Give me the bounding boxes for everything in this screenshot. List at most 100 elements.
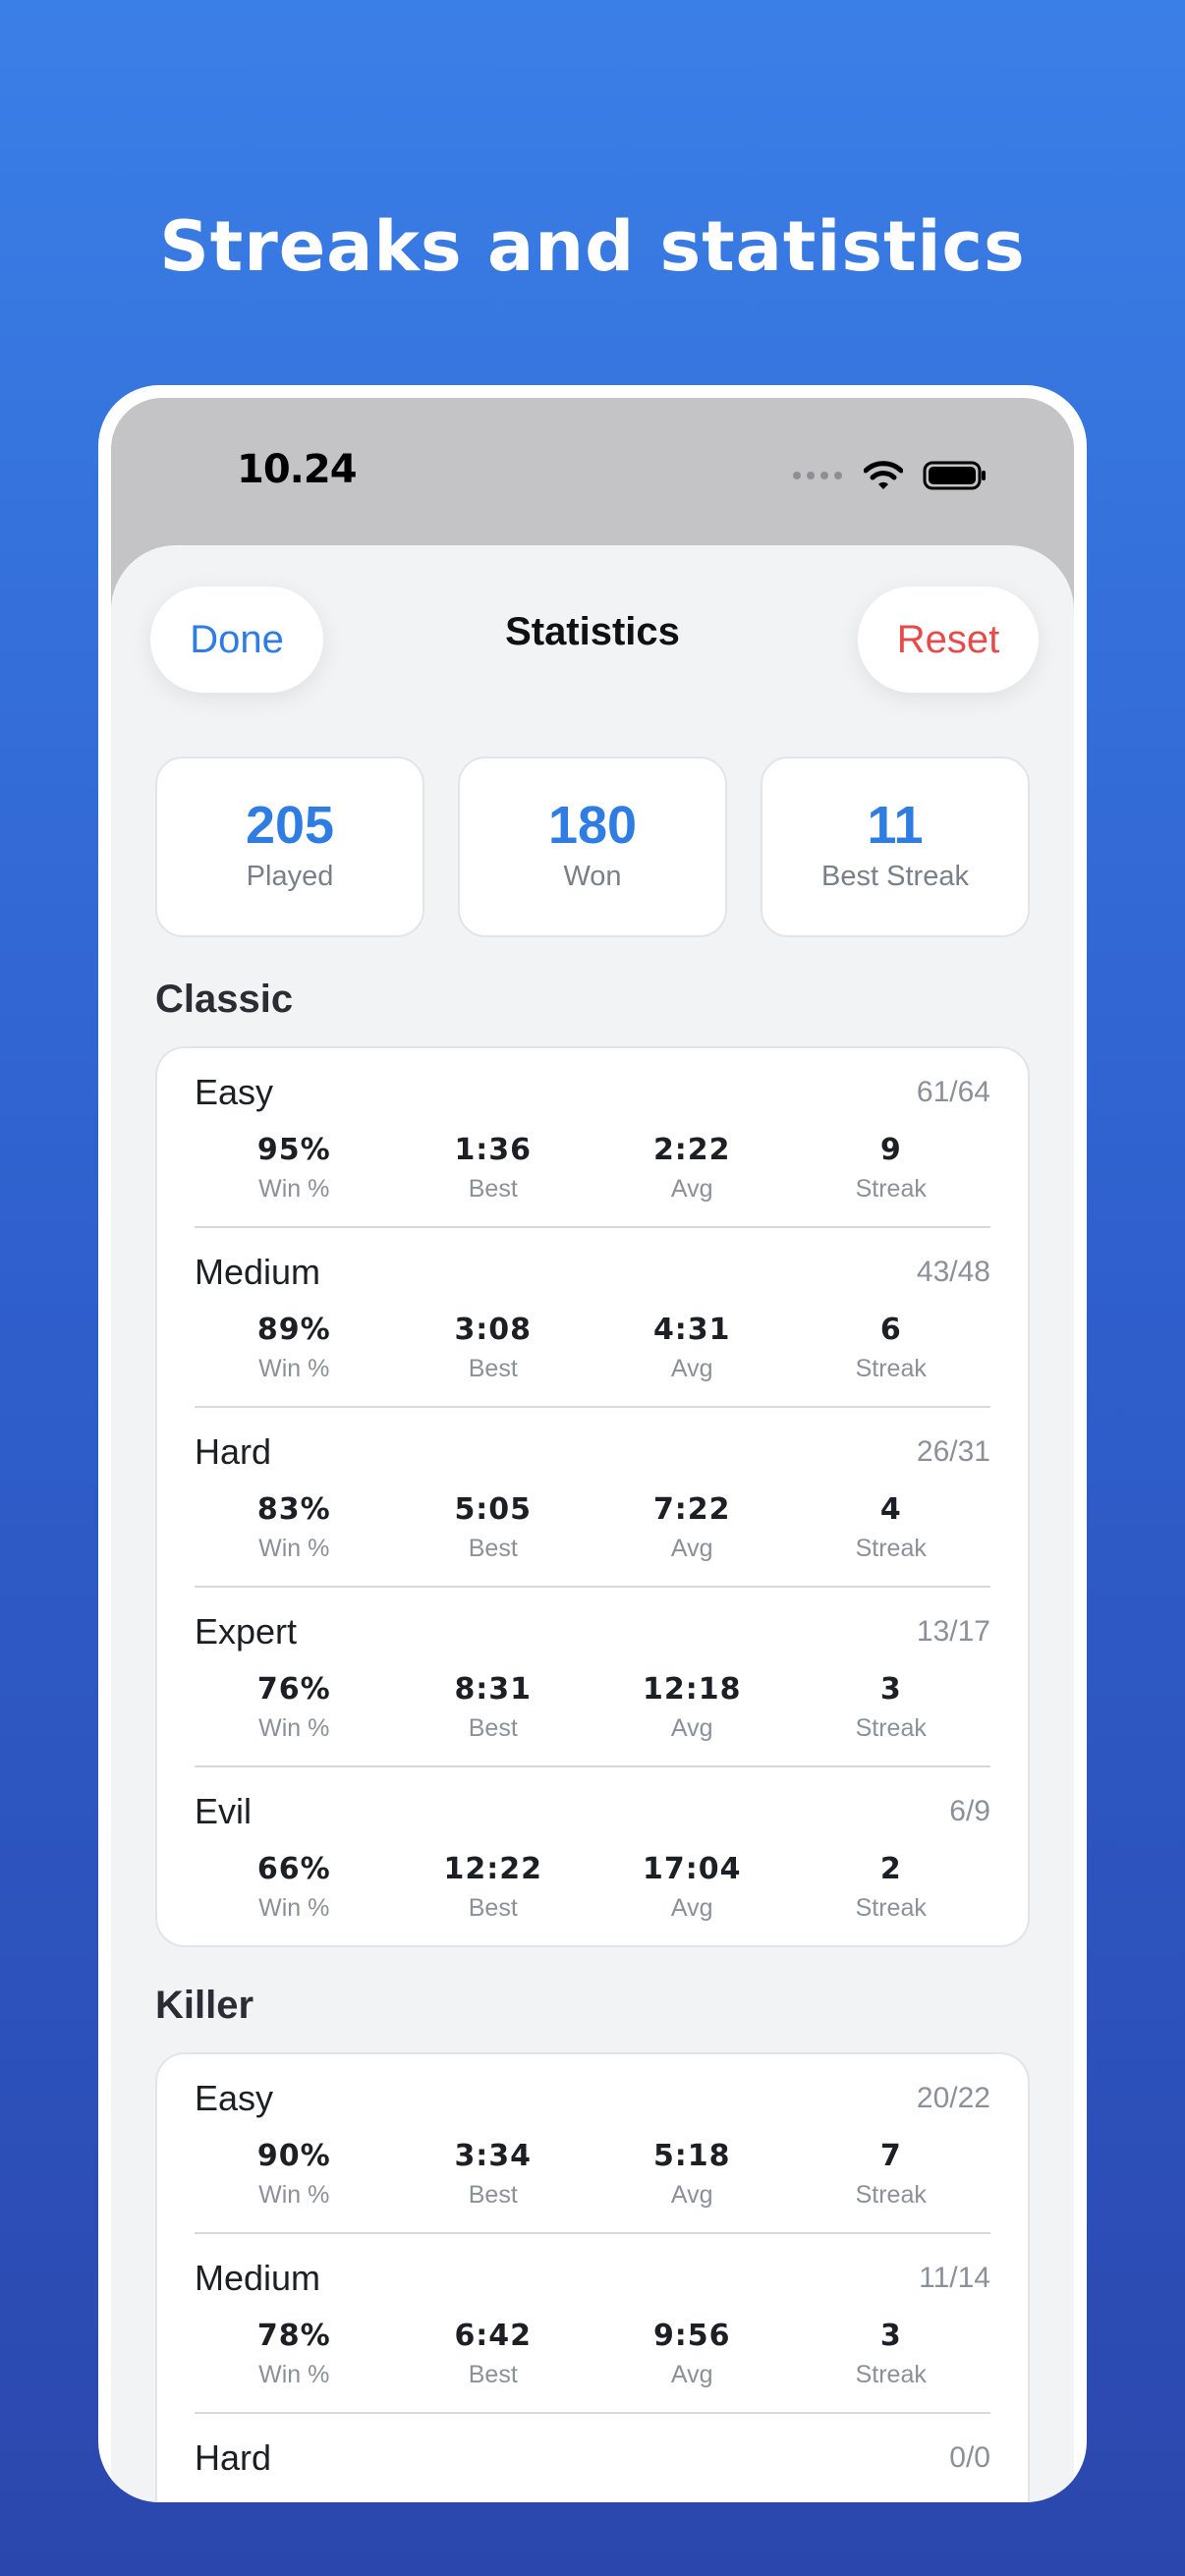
- win-percent-label: Win %: [258, 1714, 330, 1742]
- best-time-label: Best: [468, 1175, 518, 1203]
- win-percent-label: Win %: [258, 2181, 330, 2209]
- streak-value: 7: [879, 2139, 902, 2173]
- streak-label: Streak: [855, 1355, 927, 1382]
- streak-label: Streak: [855, 2181, 927, 2209]
- streak-value: 4: [879, 1492, 902, 1527]
- win-percent-label: Win %: [258, 2361, 330, 2388]
- streak-value: 3: [879, 1672, 902, 1707]
- avg-time-label: Avg: [670, 1535, 713, 1562]
- battery-icon: [923, 461, 986, 490]
- phone-screen: 10.24 Done Statistics Reset 205 Played 1…: [111, 398, 1074, 2502]
- status-time: 10.24: [237, 447, 358, 492]
- won-played-ratio: 20/22: [916, 2082, 990, 2114]
- best-time-value: 5:05: [454, 1492, 533, 1527]
- won-played-ratio: 26/31: [916, 1435, 990, 1468]
- win-percent-value: 89%: [256, 1313, 331, 1347]
- difficulty-label: Medium: [195, 1252, 321, 1292]
- won-played-ratio: 61/64: [916, 1076, 990, 1108]
- win-percent-label: Win %: [258, 1894, 330, 1922]
- stats-row: Medium 43/48 89% Win % 3:08 Best 4:31 Avg 6…: [195, 1228, 990, 1408]
- summary-label: Won: [563, 861, 622, 892]
- section-title-killer: Killer: [155, 1984, 254, 2027]
- avg-time-value: 9:56: [652, 2319, 731, 2353]
- killer-stats-group: Easy 20/22 90% Win % 3:34 Best 5:18 Avg 7 St…: [155, 2052, 1030, 2502]
- statistics-sheet: Done Statistics Reset 205 Played 180 Won…: [111, 545, 1074, 2502]
- won-played-ratio: 11/14: [919, 2262, 990, 2294]
- difficulty-label: Easy: [195, 2078, 274, 2118]
- difficulty-label: Medium: [195, 2258, 321, 2298]
- phone-frame: 10.24 Done Statistics Reset 205 Played 1…: [98, 385, 1087, 2502]
- streak-label: Streak: [855, 2361, 927, 2388]
- stats-row: Evil 6/9 66% Win % 12:22 Best 17:04 Avg 2 St…: [195, 1767, 990, 1945]
- win-percent-label: Win %: [258, 1535, 330, 1562]
- streak-value: 9: [879, 1133, 902, 1167]
- stats-row: Easy 61/64 95% Win % 1:36 Best 2:22 Avg 9 St…: [195, 1048, 990, 1228]
- avg-time-value: 7:22: [652, 1492, 731, 1527]
- difficulty-label: Expert: [195, 1611, 298, 1652]
- avg-time-value: 5:18: [652, 2139, 731, 2173]
- difficulty-label: Hard: [195, 2437, 272, 2478]
- summary-card-best-streak: 11 Best Streak: [761, 756, 1030, 937]
- avg-time-label: Avg: [670, 2181, 713, 2209]
- difficulty-label: Easy: [195, 1072, 274, 1112]
- best-time-label: Best: [468, 2181, 518, 2209]
- avg-time-value: 12:18: [643, 1672, 742, 1707]
- best-time-value: 6:42: [454, 2319, 533, 2353]
- win-percent-label: Win %: [258, 1355, 330, 1382]
- won-played-ratio: 0/0: [949, 2441, 990, 2474]
- streak-value: 2: [879, 1852, 902, 1886]
- streak-label: Streak: [855, 1175, 927, 1203]
- summary-label: Best Streak: [821, 861, 969, 892]
- summary-value: 180: [547, 796, 638, 855]
- won-played-ratio: 6/9: [949, 1795, 990, 1827]
- best-time-value: 1:36: [454, 1133, 533, 1167]
- section-title-classic: Classic: [155, 978, 294, 1021]
- stats-row: Medium 11/14 78% Win % 6:42 Best 9:56 Avg 3…: [195, 2234, 990, 2414]
- best-time-value: 12:22: [443, 1852, 542, 1886]
- win-percent-value: 95%: [256, 1133, 331, 1167]
- stats-row: Easy 20/22 90% Win % 3:34 Best 5:18 Avg 7 St…: [195, 2054, 990, 2234]
- best-time-value: 3:08: [454, 1313, 533, 1347]
- best-time-value: 3:34: [454, 2139, 533, 2173]
- headline: Streaks and statistics: [159, 206, 1026, 287]
- stats-row: Expert 13/17 76% Win % 8:31 Best 12:18 Avg …: [195, 1588, 990, 1767]
- win-percent-value: 78%: [256, 2319, 331, 2353]
- difficulty-label: Evil: [195, 1791, 253, 1831]
- summary-value: 205: [245, 796, 335, 855]
- best-time-value: 8:31: [454, 1672, 533, 1707]
- streak-label: Streak: [855, 1714, 927, 1742]
- win-percent-label: Win %: [258, 1175, 330, 1203]
- win-percent-value: 83%: [256, 1492, 331, 1527]
- best-time-label: Best: [468, 1535, 518, 1562]
- avg-time-label: Avg: [670, 1175, 713, 1203]
- avg-time-label: Avg: [670, 1894, 713, 1922]
- avg-time-label: Avg: [670, 1714, 713, 1742]
- streak-label: Streak: [855, 1535, 927, 1562]
- summary-label: Played: [246, 861, 334, 892]
- summary-cards: 205 Played 180 Won 11 Best Streak: [155, 756, 1030, 937]
- summary-card-played: 205 Played: [155, 756, 424, 937]
- status-icons: [793, 459, 988, 492]
- avg-time-value: 17:04: [643, 1852, 742, 1886]
- summary-card-won: 180 Won: [458, 756, 727, 937]
- classic-stats-group: Easy 61/64 95% Win % 1:36 Best 2:22 Avg 9 St…: [155, 1046, 1030, 1947]
- reset-button[interactable]: Reset: [858, 587, 1039, 693]
- best-time-label: Best: [468, 2361, 518, 2388]
- best-time-label: Best: [468, 1355, 518, 1382]
- signal-dots-icon: [793, 472, 842, 479]
- best-time-label: Best: [468, 1714, 518, 1742]
- summary-value: 11: [867, 796, 924, 855]
- avg-time-label: Avg: [670, 1355, 713, 1382]
- win-percent-value: 66%: [256, 1852, 331, 1886]
- won-played-ratio: 43/48: [916, 1256, 990, 1288]
- streak-label: Streak: [855, 1894, 927, 1922]
- best-time-label: Best: [468, 1894, 518, 1922]
- stats-row: Hard 26/31 83% Win % 5:05 Best 7:22 Avg 4 St…: [195, 1408, 990, 1588]
- streak-value: 3: [879, 2319, 902, 2353]
- difficulty-label: Hard: [195, 1431, 272, 1472]
- won-played-ratio: 13/17: [916, 1615, 990, 1648]
- win-percent-value: 76%: [256, 1672, 331, 1707]
- stats-row: Hard 0/0: [195, 2414, 990, 2502]
- streak-value: 6: [879, 1313, 902, 1347]
- avg-time-label: Avg: [670, 2361, 713, 2388]
